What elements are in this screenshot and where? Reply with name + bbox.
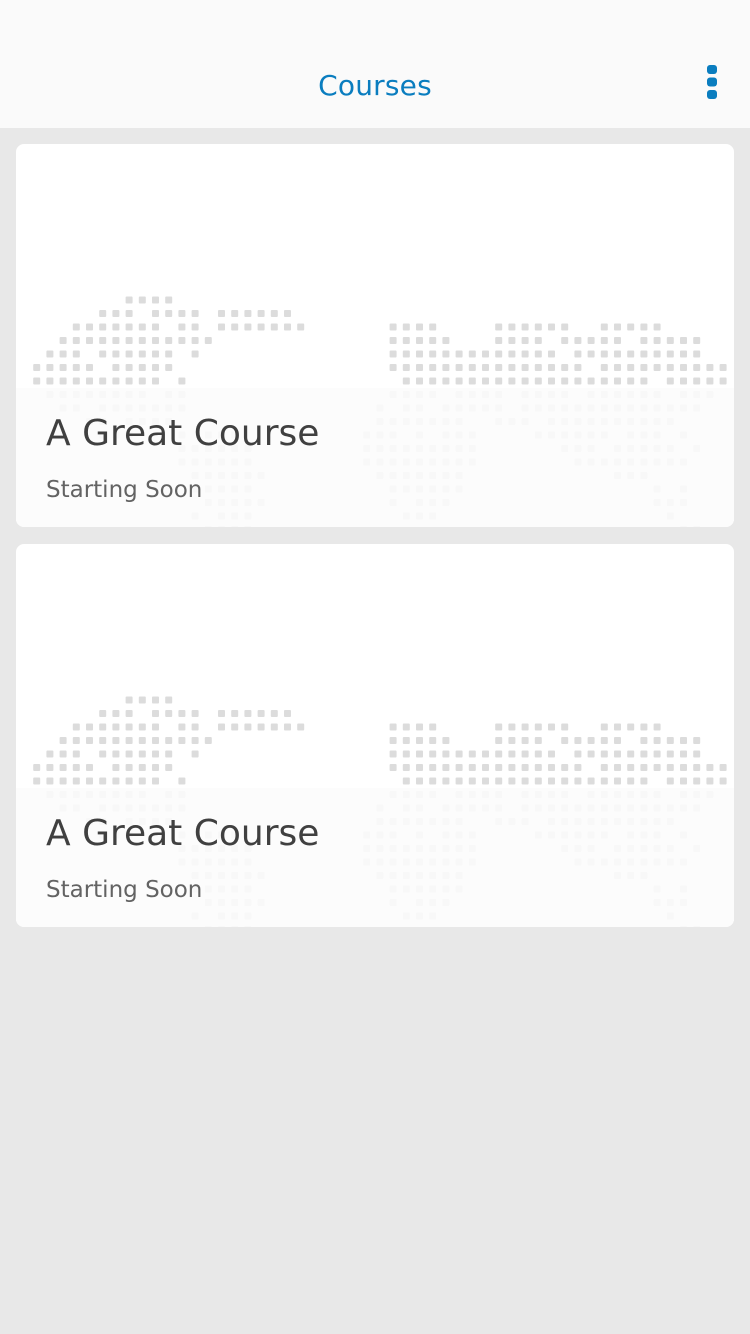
course-card-footer	[16, 388, 734, 527]
course-card[interactable]: A Great Course Starting Soon	[16, 144, 734, 527]
course-title: A Great Course	[46, 813, 320, 854]
course-status: Starting Soon	[46, 877, 203, 903]
navigation-bar: Courses	[0, 0, 750, 128]
page-title: Courses	[318, 69, 432, 102]
course-list: A Great Course Starting Soon A Great Cou…	[16, 144, 734, 944]
course-status: Starting Soon	[46, 477, 203, 503]
more-options-button[interactable]	[692, 60, 732, 104]
course-card-footer	[16, 788, 734, 927]
course-title: A Great Course	[46, 413, 320, 454]
more-vertical-icon	[707, 65, 717, 99]
course-card[interactable]: A Great Course Starting Soon	[16, 544, 734, 927]
